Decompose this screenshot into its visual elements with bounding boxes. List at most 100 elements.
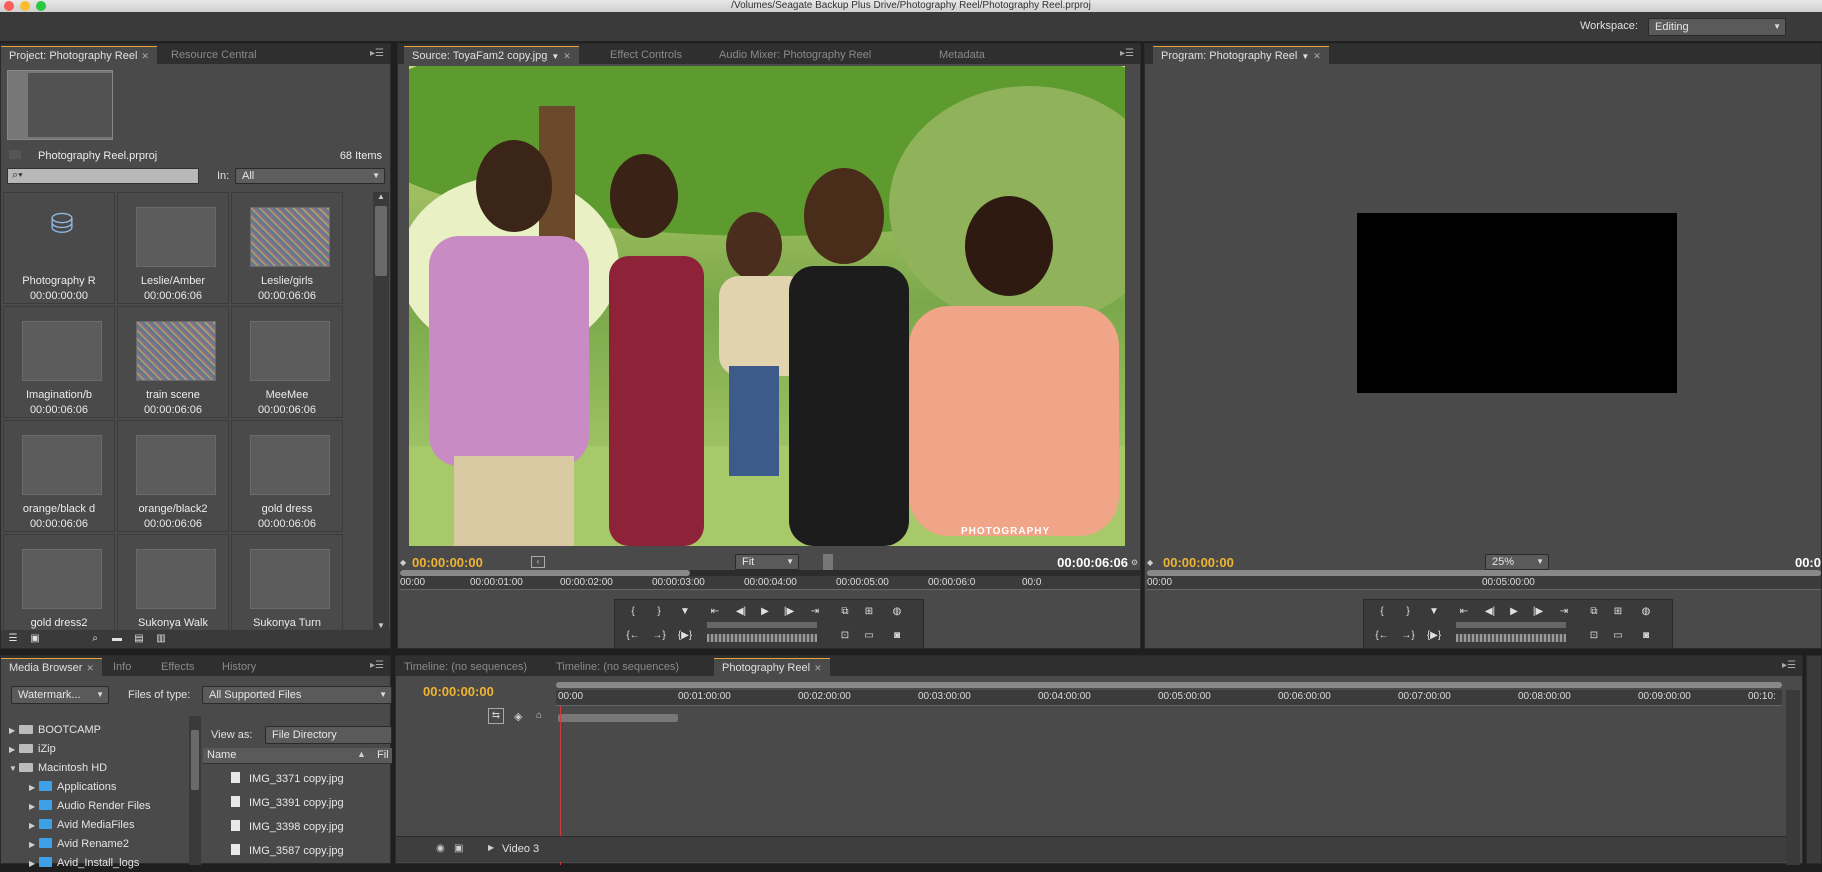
close-icon[interactable]: ✕ bbox=[141, 51, 149, 61]
file-list-item[interactable]: IMG_3391 copy.jpg bbox=[231, 793, 344, 813]
tab-audio-mixer[interactable]: Audio Mixer: Photography Reel bbox=[711, 46, 879, 64]
tab-resource-central[interactable]: Resource Central bbox=[163, 46, 265, 64]
goto-next-edit-icon[interactable]: →} bbox=[1400, 628, 1416, 644]
goto-out-icon[interactable]: ⇥ bbox=[807, 604, 823, 620]
close-icon[interactable]: ✕ bbox=[86, 663, 94, 673]
project-item[interactable]: ⛁ Photography R 00:00:00:00 bbox=[3, 192, 115, 304]
mark-in-icon[interactable]: { bbox=[1374, 604, 1390, 620]
project-item[interactable]: Imagination/b 00:00:06:06 bbox=[3, 306, 115, 418]
new-item-icon[interactable]: ▤ bbox=[131, 631, 147, 647]
jog-wheel[interactable] bbox=[1456, 634, 1566, 642]
tab-source[interactable]: Source: ToyaFam2 copy.jpg ▼ ✕ bbox=[404, 46, 579, 64]
tab-timeline-2[interactable]: Timeline: (no sequences) bbox=[548, 658, 687, 676]
tab-project[interactable]: Project: Photography Reel ✕ bbox=[1, 46, 157, 64]
step-forward-icon[interactable]: |▶ bbox=[781, 604, 797, 620]
project-item[interactable]: gold dress 00:00:06:06 bbox=[231, 420, 343, 532]
snap-icon[interactable]: ⇆ bbox=[488, 708, 504, 724]
close-window-icon[interactable] bbox=[4, 1, 14, 11]
timeline-current-timecode[interactable]: 00:00:00:00 bbox=[423, 684, 494, 699]
project-item[interactable]: Leslie/girls 00:00:06:06 bbox=[231, 192, 343, 304]
workspace-dropdown[interactable]: Editing ▼ bbox=[1648, 18, 1786, 36]
tree-item[interactable]: ▼ Macintosh HD bbox=[9, 760, 107, 776]
tree-item[interactable]: ▶ Avid_Install_logs bbox=[29, 855, 139, 871]
export-frame-icon[interactable]: ◙ bbox=[889, 628, 905, 644]
chevron-right-icon[interactable]: ▶ bbox=[29, 780, 39, 796]
play-icon[interactable]: ▶ bbox=[1506, 604, 1522, 620]
trim-icon[interactable]: ⊡ bbox=[1586, 628, 1602, 644]
panel-menu-icon[interactable]: ▸☰ bbox=[1782, 660, 1796, 671]
list-view-icon[interactable]: ☰ bbox=[5, 631, 21, 647]
project-scrollbar[interactable]: ▲ ▼ bbox=[373, 192, 389, 630]
settings-icon[interactable]: ⚙ bbox=[1131, 558, 1138, 567]
step-back-icon[interactable]: ◀| bbox=[1482, 604, 1498, 620]
expand-track-icon[interactable]: ▶ bbox=[488, 843, 494, 852]
work-area-bar[interactable] bbox=[558, 714, 678, 722]
source-current-timecode[interactable]: 00:00:00:00 bbox=[412, 555, 483, 570]
step-forward-icon[interactable]: |▶ bbox=[1530, 604, 1546, 620]
extract-icon[interactable]: ⊞ bbox=[1610, 604, 1626, 620]
shuttle-slider[interactable] bbox=[707, 622, 817, 628]
play-in-to-out-icon[interactable]: {▶} bbox=[1426, 628, 1442, 644]
timeline-v-scrollbar[interactable] bbox=[1786, 690, 1800, 865]
mark-in-icon[interactable]: { bbox=[625, 604, 641, 620]
tree-item[interactable]: ▶ Applications bbox=[29, 779, 116, 795]
project-item[interactable]: train scene 00:00:06:06 bbox=[117, 306, 229, 418]
column-file[interactable]: Fil bbox=[377, 749, 389, 761]
program-time-ruler[interactable]: 00:00 00:05:00:00 bbox=[1147, 576, 1821, 590]
project-item[interactable]: orange/black2 00:00:06:06 bbox=[117, 420, 229, 532]
tree-item[interactable]: ▶ Avid Rename2 bbox=[29, 836, 129, 852]
program-zoom-dropdown[interactable]: 25% ▼ bbox=[1485, 554, 1549, 570]
tab-info[interactable]: Info bbox=[105, 658, 139, 676]
export-frame-icon[interactable]: ◙ bbox=[1638, 628, 1654, 644]
overlay-icon[interactable]: ⊞ bbox=[861, 604, 877, 620]
minimize-window-icon[interactable] bbox=[20, 1, 30, 11]
goto-out-icon[interactable]: ⇥ bbox=[1556, 604, 1572, 620]
add-marker-icon[interactable]: ⌂ bbox=[536, 710, 542, 721]
output-icon[interactable]: ◍ bbox=[889, 604, 905, 620]
column-name[interactable]: Name bbox=[207, 749, 236, 761]
chevron-right-icon[interactable]: ▶ bbox=[29, 818, 39, 834]
drag-video-icon[interactable]: ‹ bbox=[531, 556, 545, 568]
tab-media-browser[interactable]: Media Browser ✕ bbox=[1, 658, 102, 676]
marker-icon[interactable]: ◈ bbox=[514, 710, 522, 723]
tree-scrollbar[interactable] bbox=[189, 716, 201, 865]
goto-next-edit-icon[interactable]: →} bbox=[651, 628, 667, 644]
jog-wheel[interactable] bbox=[707, 634, 817, 642]
safe-margins-icon[interactable]: ▭ bbox=[861, 628, 877, 644]
project-search-input[interactable]: ⌕▾ bbox=[7, 168, 199, 184]
step-back-icon[interactable]: ◀| bbox=[733, 604, 749, 620]
in-dropdown[interactable]: All ▼ bbox=[235, 168, 385, 184]
timeline-zoom-bar[interactable] bbox=[556, 682, 1782, 688]
source-time-ruler[interactable]: 00:00 00:00:01:00 00:00:02:00 00:00:03:00 00… bbox=[400, 576, 1140, 590]
tab-metadata[interactable]: Metadata bbox=[931, 46, 993, 64]
set-marker-icon[interactable]: ▼ bbox=[1426, 604, 1442, 620]
panel-menu-icon[interactable]: ▸☰ bbox=[370, 660, 384, 671]
file-list-item[interactable]: IMG_3398 copy.jpg bbox=[231, 817, 344, 837]
scroll-up-icon[interactable]: ▲ bbox=[377, 192, 385, 201]
chevron-right-icon[interactable]: ▶ bbox=[9, 742, 19, 758]
file-list-item[interactable]: IMG_3587 copy.jpg bbox=[231, 841, 344, 861]
mark-out-icon[interactable]: } bbox=[651, 604, 667, 620]
chevron-right-icon[interactable]: ▶ bbox=[29, 837, 39, 853]
safe-margins-icon[interactable]: ▭ bbox=[1610, 628, 1626, 644]
program-current-timecode[interactable]: 00:00:00:00 bbox=[1163, 555, 1234, 570]
location-dropdown[interactable]: Watermark... ▼ bbox=[11, 686, 109, 704]
loop-icon[interactable]: ⊡ bbox=[837, 628, 853, 644]
goto-in-icon[interactable]: ⇤ bbox=[1456, 604, 1472, 620]
source-zoom-dropdown[interactable]: Fit ▼ bbox=[735, 554, 799, 570]
project-item[interactable]: MeeMee 00:00:06:06 bbox=[231, 306, 343, 418]
icon-view-icon[interactable]: ▣ bbox=[27, 631, 43, 647]
shuttle-slider[interactable] bbox=[1456, 622, 1566, 628]
scroll-down-icon[interactable]: ▼ bbox=[377, 621, 385, 630]
close-icon[interactable]: ✕ bbox=[563, 51, 571, 61]
chevron-right-icon[interactable]: ▶ bbox=[9, 723, 19, 739]
close-icon[interactable]: ✕ bbox=[814, 663, 822, 673]
lock-icon[interactable]: ▣ bbox=[454, 843, 463, 854]
file-list-item[interactable]: IMG_3371 copy.jpg bbox=[231, 769, 344, 789]
lift-icon[interactable]: ⧉ bbox=[1586, 604, 1602, 620]
delete-icon[interactable]: ▥ bbox=[153, 631, 169, 647]
panel-menu-icon[interactable]: ▸☰ bbox=[370, 48, 384, 59]
project-item[interactable]: orange/black d 00:00:06:06 bbox=[3, 420, 115, 532]
panel-menu-icon[interactable]: ▸☰ bbox=[1120, 48, 1134, 59]
eye-icon[interactable]: ◉ bbox=[436, 843, 445, 854]
